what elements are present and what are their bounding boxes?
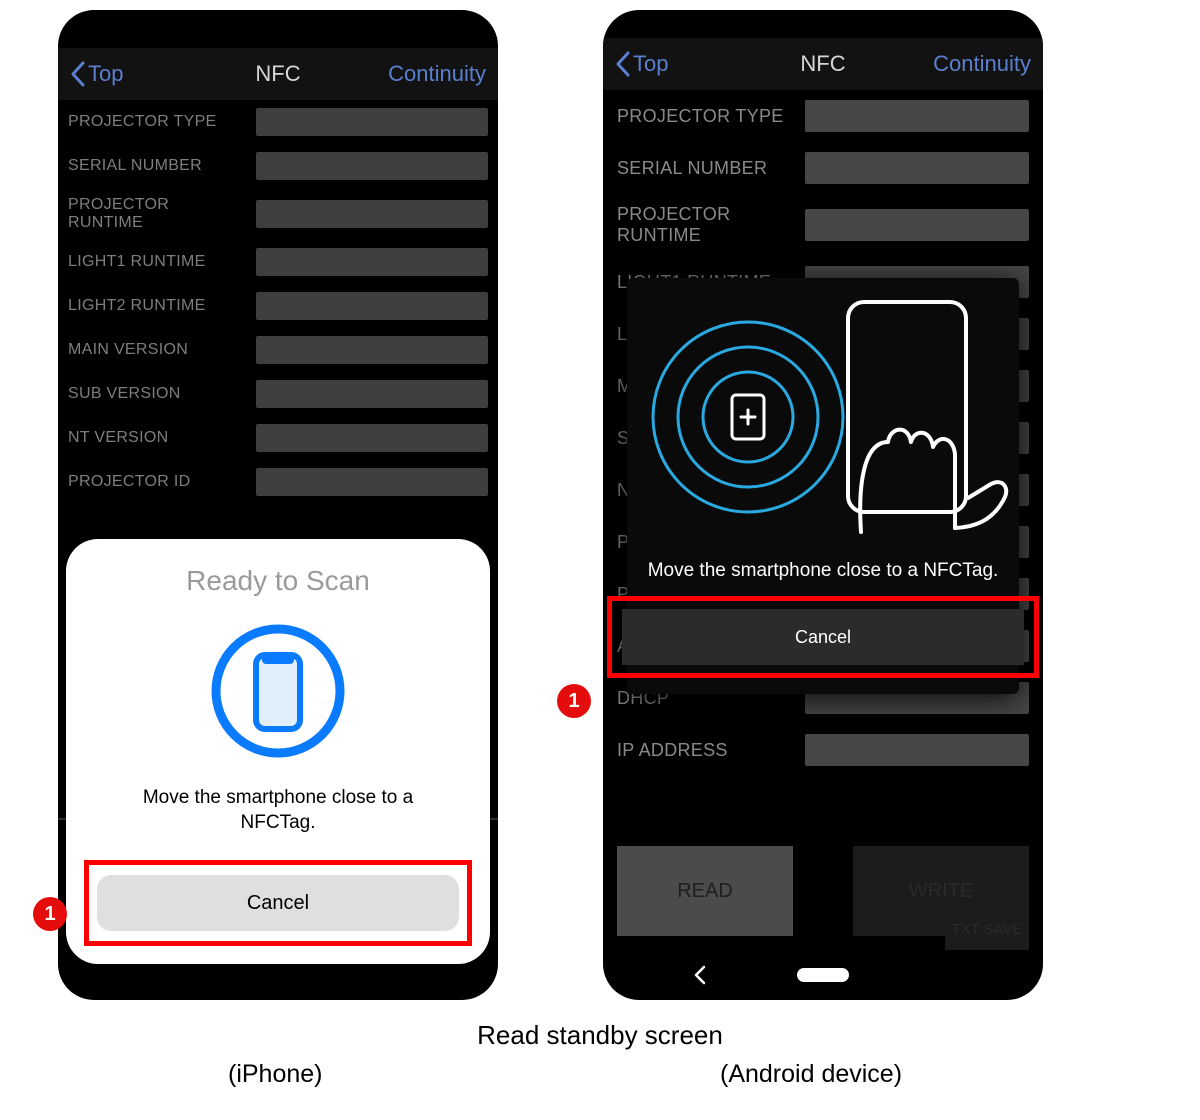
android-navbar (603, 960, 1043, 990)
iphone-frame: Top NFC Continuity PROJECTOR TYPE SERIAL… (58, 10, 498, 1000)
caption-iphone: (iPhone) (228, 1060, 323, 1089)
callout-number: 1 (568, 690, 579, 713)
chevron-left-icon (70, 61, 86, 87)
field-label: SUB VERSION (68, 385, 248, 403)
field-label: LIGHT2 RUNTIME (68, 297, 248, 315)
field-label: PROJECTOR TYPE (68, 113, 248, 131)
txt-save-label: TXT SAVE (951, 921, 1022, 938)
field-row: PROJECTOR RUNTIME (603, 194, 1043, 256)
nfc-illustration-icon (627, 278, 1019, 560)
nfc-scan-sheet-ios: Ready to Scan Move the smartphone close … (66, 539, 490, 964)
field-row: PROJECTOR TYPE (603, 90, 1043, 142)
field-label: MAIN VERSION (68, 341, 248, 359)
read-button[interactable]: READ (617, 846, 793, 936)
field-row: LIGHT2 RUNTIME (58, 284, 498, 328)
scan-title: Ready to Scan (84, 565, 472, 597)
back-button[interactable]: Top (70, 61, 123, 87)
nav-back-icon[interactable] (693, 965, 707, 985)
field-value (805, 734, 1029, 766)
field-row: IP ADDRESS (603, 724, 1043, 776)
field-label: PROJECTOR RUNTIME (617, 204, 797, 246)
read-label: READ (677, 880, 733, 903)
scan-instruction: Move the smartphone close to a NFCTag. (114, 785, 442, 836)
field-row: SERIAL NUMBER (58, 144, 498, 188)
caption-main: Read standby screen (0, 1020, 1200, 1051)
field-label: LIGHT1 RUNTIME (68, 253, 248, 271)
cancel-label: Cancel (247, 892, 309, 915)
chevron-left-icon (615, 51, 631, 77)
field-label: SERIAL NUMBER (68, 157, 248, 175)
nfc-phone-icon (84, 621, 472, 761)
field-row: PROJECTOR TYPE (58, 100, 498, 144)
cancel-highlight-box: Cancel (84, 860, 472, 946)
cancel-button[interactable]: Cancel (97, 875, 459, 931)
continuity-link[interactable]: Continuity (388, 61, 486, 87)
field-row: MAIN VERSION (58, 328, 498, 372)
back-button[interactable]: Top (615, 51, 668, 77)
field-label: PROJECTOR TYPE (617, 106, 797, 127)
field-value (256, 336, 488, 364)
write-label: WRITE (909, 880, 973, 903)
header-android: Top NFC Continuity (603, 38, 1043, 90)
cancel-button[interactable]: Cancel (622, 609, 1024, 665)
field-value (256, 108, 488, 136)
field-row: SUB VERSION (58, 372, 498, 416)
field-value (256, 468, 488, 496)
field-label: SERIAL NUMBER (617, 158, 797, 179)
field-label: NT VERSION (68, 429, 248, 447)
field-label: IP ADDRESS (617, 740, 797, 761)
scan-instruction: Move the smartphone close to a NFCTag. (627, 560, 1019, 582)
field-value (805, 152, 1029, 184)
callout-badge: 1 (557, 684, 591, 718)
callout-number: 1 (44, 903, 55, 926)
page-title: NFC (255, 61, 300, 87)
cancel-label: Cancel (795, 627, 851, 648)
nav-home-pill[interactable] (797, 968, 849, 982)
field-label: PROJECTOR ID (68, 473, 248, 491)
field-value (256, 424, 488, 452)
field-value (256, 292, 488, 320)
field-value (805, 209, 1029, 241)
back-label: Top (633, 51, 668, 77)
cancel-highlight-box: Cancel (607, 596, 1039, 678)
callout-badge: 1 (33, 897, 67, 931)
caption-android: (Android device) (720, 1060, 902, 1089)
field-value (256, 248, 488, 276)
field-value (256, 200, 488, 228)
field-row: NT VERSION (58, 416, 498, 460)
field-row: PROJECTOR RUNTIME (58, 188, 498, 240)
field-row: PROJECTOR ID (58, 460, 498, 504)
back-label: Top (88, 61, 123, 87)
field-row: LIGHT1 RUNTIME (58, 240, 498, 284)
field-row: SERIAL NUMBER (603, 142, 1043, 194)
txt-save-button[interactable]: TXT SAVE (945, 909, 1029, 950)
android-frame: Top NFC Continuity PROJECTOR TYPE SERIAL… (603, 10, 1043, 1000)
field-value (256, 380, 488, 408)
field-value (256, 152, 488, 180)
nfc-scan-dialog-android: Move the smartphone close to a NFCTag. C… (627, 278, 1019, 694)
header-ios: Top NFC Continuity (58, 48, 498, 100)
continuity-link[interactable]: Continuity (933, 51, 1031, 77)
field-label: PROJECTOR RUNTIME (68, 196, 248, 232)
page-title: NFC (800, 51, 845, 77)
field-value (805, 100, 1029, 132)
fields-list-ios: PROJECTOR TYPE SERIAL NUMBER PROJECTOR R… (58, 100, 498, 504)
